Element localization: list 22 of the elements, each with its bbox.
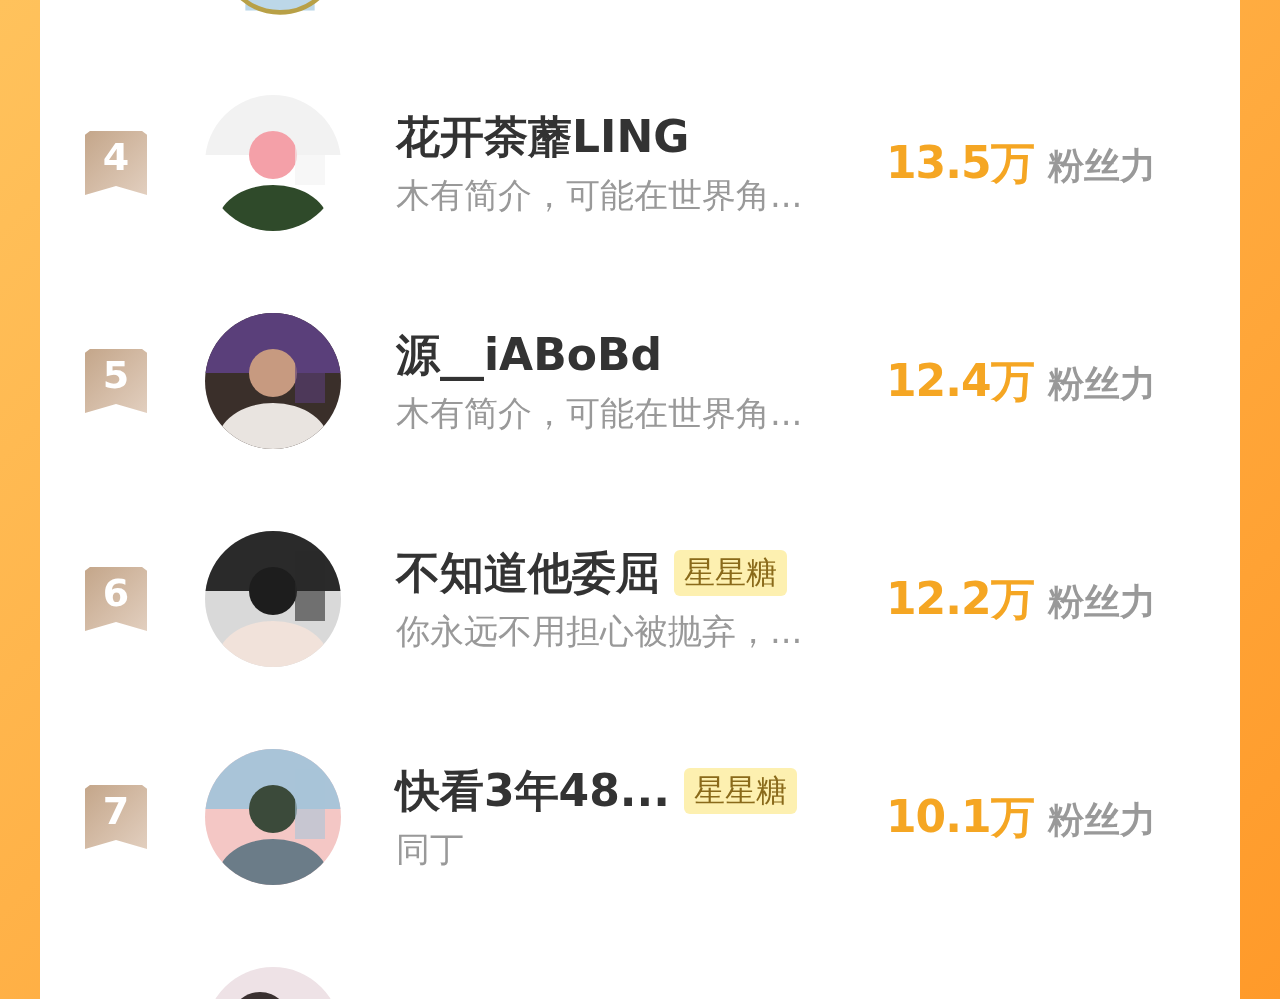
fan-label: 粉丝力 xyxy=(1047,797,1156,842)
user-name[interactable]: 花开荼蘼LING xyxy=(396,107,690,167)
rank-ribbon: 7 xyxy=(85,785,147,849)
user-bio: 木有简介，可能在世界角... xyxy=(396,173,804,217)
fan-count: 10.1万 xyxy=(886,789,1034,844)
user-bio: 木有简介，可能在世界角... xyxy=(396,391,804,435)
rank-ribbon: 4 xyxy=(85,131,147,195)
fan-label: 粉丝力 xyxy=(1047,143,1156,188)
fan-count: 12.4万 xyxy=(886,353,1034,408)
user-name[interactable]: 不知道他委屈 xyxy=(396,543,660,603)
user-bio: 你永远不用担心被抛弃，... xyxy=(396,609,804,653)
user-name[interactable]: 快看3年48... xyxy=(396,761,670,821)
user-badge: 星星糖 xyxy=(684,768,797,814)
user-name[interactable]: 源__iABoBd xyxy=(396,325,662,385)
fan-count: 13.5万 xyxy=(886,135,1034,190)
fan-label: 粉丝力 xyxy=(1047,579,1156,624)
fan-count: 12.2万 xyxy=(886,571,1034,626)
fan-label: 粉丝力 xyxy=(1047,361,1156,406)
user-badge: 星星糖 xyxy=(674,550,787,596)
rank-ribbon: 6 xyxy=(85,567,147,631)
user-bio: 同丁 xyxy=(396,827,465,871)
rank-ribbon: 5 xyxy=(85,349,147,413)
